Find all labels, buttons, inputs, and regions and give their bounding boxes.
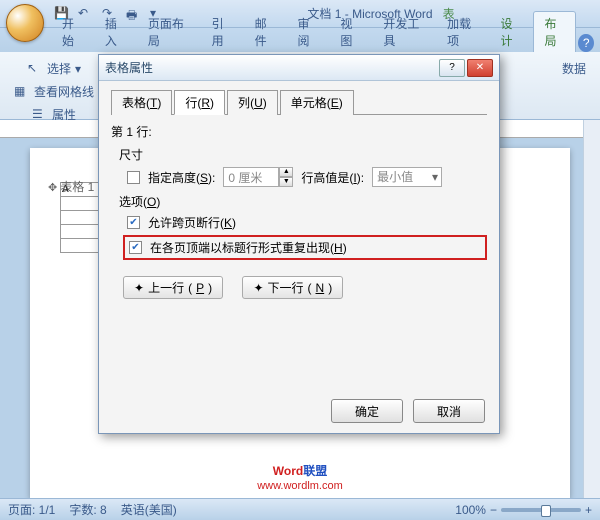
zoom-in-icon[interactable]: + xyxy=(585,503,592,517)
cursor-icon: ↖ xyxy=(27,61,43,77)
ribbon-tabstrip: 开始 插入 页面布局 引用 邮件 审阅 视图 开发工具 加载项 设计 布局 ? xyxy=(0,28,600,52)
tab-layout[interactable]: 布局 xyxy=(533,11,576,52)
size-section-label: 尺寸 xyxy=(119,146,487,163)
table-cell[interactable] xyxy=(61,197,101,211)
repeat-header-checkbox[interactable]: ✔ xyxy=(129,241,142,254)
dialog-titlebar[interactable]: 表格属性 ? ✕ xyxy=(99,55,499,81)
specify-height-label: 指定高度(S): xyxy=(148,169,215,186)
row-height-is-label: 行高值是(I): xyxy=(301,169,364,186)
status-page[interactable]: 页面: 1/1 xyxy=(8,501,55,518)
status-words[interactable]: 字数: 8 xyxy=(69,501,106,518)
select-button[interactable]: ↖选择 ▾ xyxy=(25,58,83,79)
zoom-level[interactable]: 100% xyxy=(455,503,486,517)
table-cell[interactable] xyxy=(61,225,101,239)
dialog-title: 表格属性 xyxy=(105,59,439,76)
allow-break-label: 允许跨页断行(K) xyxy=(148,214,236,231)
tab-references[interactable]: 引用 xyxy=(202,12,243,52)
previous-row-button[interactable]: ✦ 上一行(P) xyxy=(123,276,223,299)
cancel-button[interactable]: 取消 xyxy=(413,399,485,423)
next-row-button[interactable]: ✦ 下一行(N) xyxy=(242,276,343,299)
grid-icon: ▦ xyxy=(14,84,30,100)
tab-view[interactable]: 视图 xyxy=(330,12,371,52)
dialog-tab-cell[interactable]: 单元格(E) xyxy=(280,90,354,115)
watermark: Word联盟 www.wordlm.com xyxy=(0,462,600,492)
highlighted-option: ✔ 在各页顶端以标题行形式重复出现(H) xyxy=(123,235,487,260)
allow-break-checkbox[interactable]: ✔ xyxy=(127,216,140,229)
repeat-header-label: 在各页顶端以标题行形式重复出现(H) xyxy=(150,239,347,256)
dialog-help-button[interactable]: ? xyxy=(439,59,465,77)
zoom-slider[interactable] xyxy=(501,508,581,512)
table-anchor-label: ✥ 表格 1 xyxy=(48,178,94,195)
vertical-scrollbar[interactable] xyxy=(583,120,600,498)
row-indicator: 第 1 行: xyxy=(111,123,487,140)
tab-developer[interactable]: 开发工具 xyxy=(373,12,435,52)
tab-design[interactable]: 设计 xyxy=(491,12,532,52)
help-icon[interactable]: ? xyxy=(578,34,594,52)
dialog-close-button[interactable]: ✕ xyxy=(467,59,493,77)
status-language[interactable]: 英语(美国) xyxy=(121,501,177,518)
tab-addins[interactable]: 加载项 xyxy=(437,12,488,52)
table-cell[interactable] xyxy=(61,239,101,253)
office-orb-button[interactable] xyxy=(6,4,44,42)
tab-review[interactable]: 审阅 xyxy=(288,12,329,52)
table-properties-dialog: 表格属性 ? ✕ 表格(T) 行(R) 列(U) 单元格(E) 第 1 行: 尺… xyxy=(98,54,500,434)
height-spinner[interactable]: ▲▼ xyxy=(223,167,293,187)
row-height-mode-select[interactable]: 最小值 xyxy=(372,167,442,187)
view-gridlines-button[interactable]: ▦查看网格线 xyxy=(12,81,96,102)
table-cell[interactable] xyxy=(61,211,101,225)
tab-home[interactable]: 开始 xyxy=(52,12,93,52)
spin-down-icon[interactable]: ▼ xyxy=(279,177,293,187)
spin-up-icon[interactable]: ▲ xyxy=(279,167,293,177)
status-bar: 页面: 1/1 字数: 8 英语(美国) 100% − + xyxy=(0,498,600,520)
dialog-tab-table[interactable]: 表格(T) xyxy=(111,90,172,115)
options-section-label: 选项(O) xyxy=(119,193,487,210)
dialog-tabstrip: 表格(T) 行(R) 列(U) 单元格(E) xyxy=(111,89,487,115)
specify-height-checkbox[interactable] xyxy=(127,171,140,184)
ok-button[interactable]: 确定 xyxy=(331,399,403,423)
tab-mailings[interactable]: 邮件 xyxy=(245,12,286,52)
dialog-tab-column[interactable]: 列(U) xyxy=(227,90,278,115)
data-group[interactable]: 数据 xyxy=(560,58,588,79)
zoom-out-icon[interactable]: − xyxy=(490,503,497,517)
dialog-tab-row[interactable]: 行(R) xyxy=(174,90,225,115)
height-input[interactable] xyxy=(223,167,279,187)
tab-pagelayout[interactable]: 页面布局 xyxy=(138,12,200,52)
tab-insert[interactable]: 插入 xyxy=(95,12,136,52)
